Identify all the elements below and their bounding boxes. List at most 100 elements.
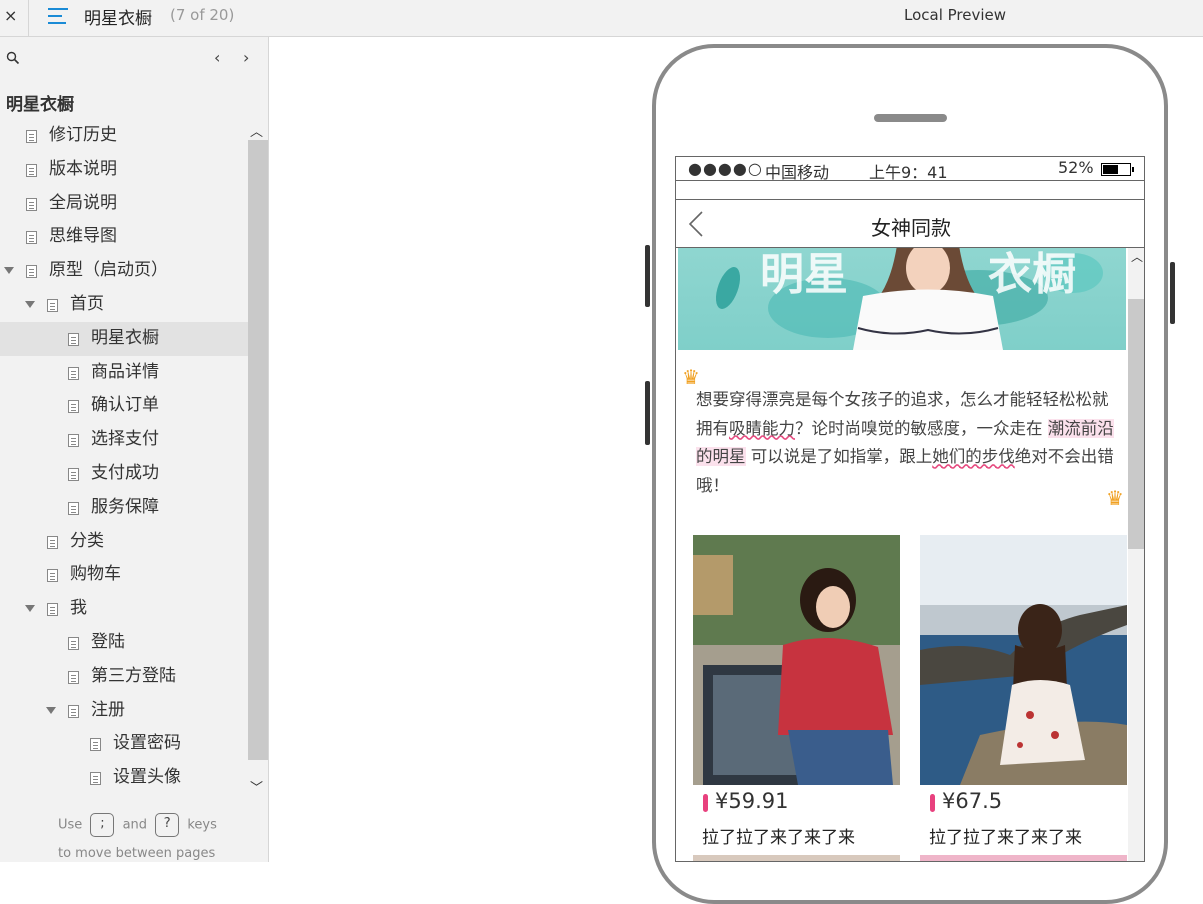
sidebar-item-label: 设置密码 <box>113 733 181 754</box>
sidebar-scrollbar[interactable] <box>248 140 268 760</box>
sidebar-item-label: 支付成功 <box>91 462 159 483</box>
sidebar-item[interactable]: 分类 <box>0 525 248 559</box>
phone-volume-up <box>645 245 650 307</box>
close-icon[interactable]: × <box>4 6 20 26</box>
product-name[interactable]: 拉了拉了来了来了来 <box>929 823 1082 848</box>
product-photo[interactable] <box>920 535 1127 785</box>
sidebar-item-label: 版本说明 <box>49 158 117 179</box>
next-product-photo[interactable] <box>920 855 1127 861</box>
key-semicolon: ; <box>90 813 115 837</box>
sidebar-item[interactable]: 注册 <box>0 694 248 728</box>
preview-label: Local Preview <box>904 6 1007 24</box>
desc-part: ？论时尚嗅觉的敏感度，一众走在 <box>795 418 1048 438</box>
sidebar-item[interactable]: 原型（启动页） <box>0 254 248 288</box>
sidebar-item[interactable]: 支付成功 <box>0 457 248 491</box>
sidebar: ‹ › 明星衣橱 修订历史 版本说明 全局说明 思维导图 原型（启动页） 首页 明星衣橱 商品… <box>0 37 269 862</box>
sidebar-project-title: 明星衣橱 <box>6 95 74 115</box>
project-title: 明星衣橱 <box>84 9 152 29</box>
signal-icon: ●●●●○ <box>688 159 763 178</box>
banner-image[interactable]: 明星 衣橱 <box>678 248 1126 350</box>
page-icon <box>26 163 37 177</box>
page-icon <box>90 772 101 786</box>
sidebar-item-label: 购物车 <box>70 564 121 585</box>
carrier: 中国移动 <box>765 163 830 182</box>
clock: 上午9：41 <box>869 163 948 182</box>
next-product-photo[interactable] <box>693 855 900 861</box>
top-bar: × 明星衣橱 (7 of 20) Local Preview <box>0 0 1203 37</box>
desc-highlight-underline: 她们的步伐 <box>932 447 1015 467</box>
page-count: (7 of 20) <box>170 6 235 24</box>
sidebar-item-label: 我 <box>70 598 87 619</box>
hint-line2: to move between pages <box>58 846 216 861</box>
sidebar-item[interactable]: 登陆 <box>0 626 248 660</box>
sidebar-item-label: 登陆 <box>91 631 125 652</box>
product-card[interactable]: ¥59.91 拉了拉了来了来了来 <box>693 535 900 848</box>
product-photo[interactable] <box>693 535 900 785</box>
page-icon <box>68 366 79 380</box>
page-icon <box>68 704 79 718</box>
scroll-thumb[interactable] <box>1128 299 1144 549</box>
menu-icon[interactable] <box>48 8 68 26</box>
chevron-left-icon[interactable]: ‹ <box>214 48 220 67</box>
sidebar-item[interactable]: 全局说明 <box>0 187 248 221</box>
sidebar-item[interactable]: 第三方登陆 <box>0 660 248 694</box>
page-icon <box>47 535 58 549</box>
divider <box>28 0 29 36</box>
caret-down-icon[interactable] <box>4 267 14 275</box>
search-icon[interactable] <box>6 51 20 65</box>
sidebar-item-label: 注册 <box>91 699 125 720</box>
phone-power-button <box>1170 262 1175 324</box>
phone-speaker <box>874 114 947 122</box>
price-marker <box>703 794 708 812</box>
status-bar: ●●●●○ 中国移动 上午9：41 52% <box>676 157 1144 182</box>
sidebar-item[interactable]: 购物车 <box>0 558 248 592</box>
sidebar-item[interactable]: 服务保障 <box>0 491 248 525</box>
sidebar-item[interactable]: 设置头像 <box>0 761 248 795</box>
sidebar-item-label: 服务保障 <box>91 496 159 517</box>
product-price: ¥59.91 <box>715 789 789 813</box>
sidebar-item[interactable]: 明星衣橱 <box>0 321 248 356</box>
product-card[interactable]: ¥67.5 拉了拉了来了来了来 <box>920 535 1127 848</box>
battery-percent: 52% <box>1058 158 1094 177</box>
page-icon <box>47 603 58 617</box>
sidebar-item[interactable]: 设置密码 <box>0 727 248 761</box>
sidebar-item[interactable]: 选择支付 <box>0 423 248 457</box>
content-scrollbar[interactable]: ︿ <box>1128 248 1144 861</box>
product-name[interactable]: 拉了拉了来了来了来 <box>702 823 855 848</box>
sidebar-item[interactable]: 思维导图 <box>0 220 248 254</box>
page-icon <box>47 569 58 583</box>
sidebar-item-label: 商品详情 <box>91 361 159 382</box>
caret-down-icon[interactable] <box>25 300 35 308</box>
sidebar-item[interactable]: 修订历史 <box>0 119 248 153</box>
scroll-up-icon[interactable]: ︿ <box>250 121 263 140</box>
sidebar-item[interactable]: 确认订单 <box>0 389 248 423</box>
page-icon <box>68 501 79 515</box>
page-icon <box>26 265 37 279</box>
page-icon <box>68 332 79 346</box>
phone-screen: ●●●●○ 中国移动 上午9：41 52% 女神同款 明星 衣橱 ♛ ♛ 想要穿… <box>675 156 1145 862</box>
sidebar-item-label: 思维导图 <box>49 226 117 247</box>
page-icon <box>26 231 37 245</box>
scroll-down-icon[interactable]: ﹀ <box>250 777 263 796</box>
page-tree: 修订历史版本说明全局说明思维导图原型（启动页） 首页 明星衣橱商品详情确认订单选择支… <box>0 119 248 795</box>
caret-down-icon[interactable] <box>46 706 56 714</box>
sidebar-item-label: 全局说明 <box>49 192 117 213</box>
sidebar-item[interactable]: 商品详情 <box>0 356 248 390</box>
desc-highlight-underline: 吸睛能力 <box>729 418 795 438</box>
sidebar-item-label: 原型（启动页） <box>49 260 168 281</box>
battery-icon <box>1101 163 1134 176</box>
hint-and: and <box>122 817 148 833</box>
chevron-right-icon[interactable]: › <box>243 48 249 67</box>
sidebar-item[interactable]: 版本说明 <box>0 153 248 187</box>
page-icon <box>68 434 79 448</box>
sidebar-item-label: 确认订单 <box>91 395 159 416</box>
caret-down-icon[interactable] <box>25 605 35 613</box>
sidebar-item[interactable]: 我 <box>0 592 248 626</box>
hint-keys: keys <box>187 817 217 833</box>
banner-title-left: 明星 <box>760 249 848 300</box>
sidebar-item-label: 修订历史 <box>49 125 117 145</box>
sidebar-item-label: 第三方登陆 <box>91 665 176 686</box>
scroll-up-icon[interactable]: ︿ <box>1131 248 1143 265</box>
sidebar-item[interactable]: 首页 <box>0 288 248 322</box>
nav-bar: 女神同款 <box>676 199 1144 248</box>
